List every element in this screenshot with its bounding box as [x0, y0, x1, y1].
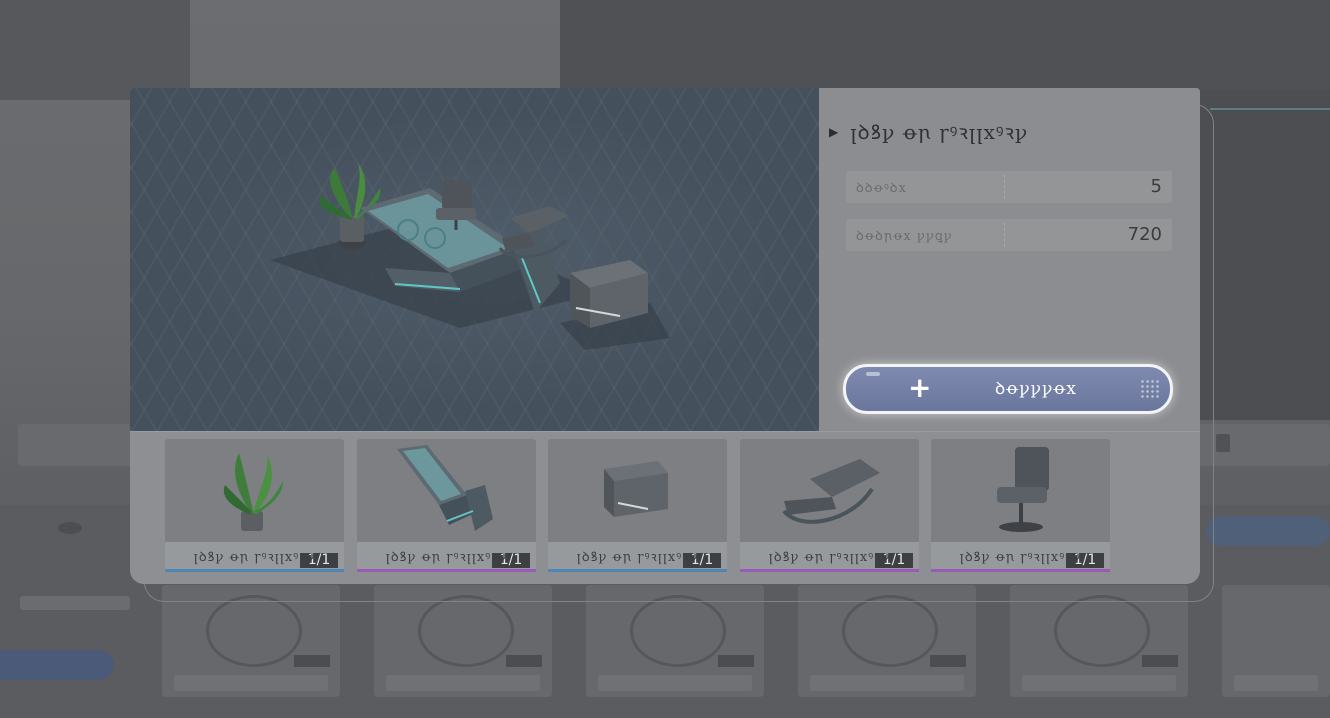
bg-left-button — [0, 650, 114, 680]
add-button[interactable]: + ꝺꝋꝩꝩꝩꝋx — [843, 364, 1173, 414]
item-name: ꞁꝺꝸꝩ ꝋꞃ ꞅꝰꝛꞁꞁxꝰꝛꝩ — [576, 550, 699, 565]
bg-right-pill — [1206, 516, 1330, 546]
bg-wall-right — [1200, 90, 1330, 420]
item-name: ꞁꝺꝸꝩ ꝋꞃ ꞅꝰꝛꞁꞁxꝰꝛꝩ — [193, 550, 316, 565]
desk-icon — [357, 439, 536, 542]
rarity-bar — [931, 569, 1110, 572]
furniture-set-illustration — [270, 163, 670, 350]
stat-divider — [1004, 223, 1005, 247]
stat-label: ꝺꝺꝋꝰꝺx — [856, 181, 907, 196]
stat-label: ꝺꝋꝺꞃꝋx ꝩꝩꝗꝩ — [856, 229, 953, 244]
bg-tag-icon — [1216, 434, 1230, 452]
plus-icon: + — [908, 371, 932, 404]
office-chair-icon — [931, 439, 1110, 542]
set-items-list: 1/1 ꞁꝺꝸꝩ ꝋꞃ ꞅꝰꝛꞁꞁxꝰꝛꝩ 1/1 ꞁꝺꝸꝩ ꝋꞃ ꞅꝰꝛꞁꞁx… — [130, 431, 1200, 584]
rarity-bar — [740, 569, 919, 572]
item-card-cabinet[interactable]: 1/1 ꞁꝺꝸꝩ ꝋꞃ ꞅꝰꝛꞁꞁxꝰꝛꝩ — [548, 439, 727, 572]
button-shine — [866, 372, 880, 376]
rarity-bar — [357, 569, 536, 572]
stat-divider — [1004, 175, 1005, 199]
stat-row-0: ꝺꝺꝋꝰꝺx 5 — [846, 171, 1172, 203]
title-row: ▶ ꞁꝺꝸꝩ ꝋꞃ ꞅꝰꝛꞁꞁxꝰꝛꝩ — [829, 118, 1028, 145]
item-card-office-chair[interactable]: 1/1 ꞁꝺꝸꝩ ꝋꞃ ꞅꝰꝛꞁꞁxꝰꝛꝩ — [931, 439, 1110, 572]
stat-value: 720 — [1127, 224, 1162, 245]
item-card-plant[interactable]: 1/1 ꞁꝺꝸꝩ ꝋꞃ ꞅꝰꝛꞁꞁxꝰꝛꝩ — [165, 439, 344, 572]
set-info-panel: ▶ ꞁꝺꝸꝩ ꝋꞃ ꞅꝰꝛꞁꞁxꝰꝛꝩ ꝺꝺꝋꝰꝺx 5 ꝺꝋꝺꞃꝋx ꝩꝩꝗꝩ… — [819, 88, 1200, 431]
cabinet-icon — [548, 439, 727, 542]
bg-sort-label — [20, 596, 130, 610]
stat-row-1: ꝺꝋꝺꞃꝋx ꝩꝩꝗꝩ 720 — [846, 219, 1172, 251]
item-card-lounge-chair[interactable]: 1/1 ꞁꝺꝸꝩ ꝋꞃ ꞅꝰꝛꞁꞁxꝰꝛꝩ — [740, 439, 919, 572]
item-name: ꞁꝺꝸꝩ ꝋꞃ ꞅꝰꝛꞁꞁxꝰꝛꝩ — [959, 550, 1082, 565]
lounge-chair-icon — [740, 439, 919, 542]
bg-eye-icon — [58, 522, 82, 534]
bg-ceiling-left — [0, 0, 190, 100]
bg-wall-trim — [1210, 108, 1330, 110]
set-preview[interactable] — [130, 88, 819, 431]
plant-icon — [165, 439, 344, 542]
set-title: ꞁꝺꝸꝩ ꝋꞃ ꞅꝰꝛꞁꞁxꝰꝛꝩ — [850, 120, 1029, 144]
bg-ceiling-right — [560, 0, 1330, 100]
item-name: ꞁꝺꝸꝩ ꝋꞃ ꞅꝰꝛꞁꞁxꝰꝛꝩ — [385, 550, 508, 565]
item-name: ꞁꝺꝸꝩ ꝋꞃ ꞅꝰꝛꞁꞁxꝰꝛꝩ — [768, 550, 891, 565]
furniture-set-dialog: ▶ ꞁꝺꝸꝩ ꝋꞃ ꞅꝰꝛꞁꞁxꝰꝛꝩ ꝺꝺꝋꝰꝺx 5 ꝺꝋꝺꞃꝋx ꝩꝩꝗꝩ… — [130, 88, 1200, 584]
rarity-bar — [165, 569, 344, 572]
triangle-icon: ▶ — [829, 124, 839, 139]
stat-value: 5 — [1150, 176, 1162, 197]
rarity-bar — [548, 569, 727, 572]
bg-card — [1222, 585, 1330, 697]
item-card-desk[interactable]: 1/1 ꞁꝺꝸꝩ ꝋꞃ ꞅꝰꝛꞁꞁxꝰꝛꝩ — [357, 439, 536, 572]
sparkle-decoration — [1140, 379, 1160, 399]
add-button-label: ꝺꝋꝩꝩꝩꝋx — [994, 379, 1078, 399]
